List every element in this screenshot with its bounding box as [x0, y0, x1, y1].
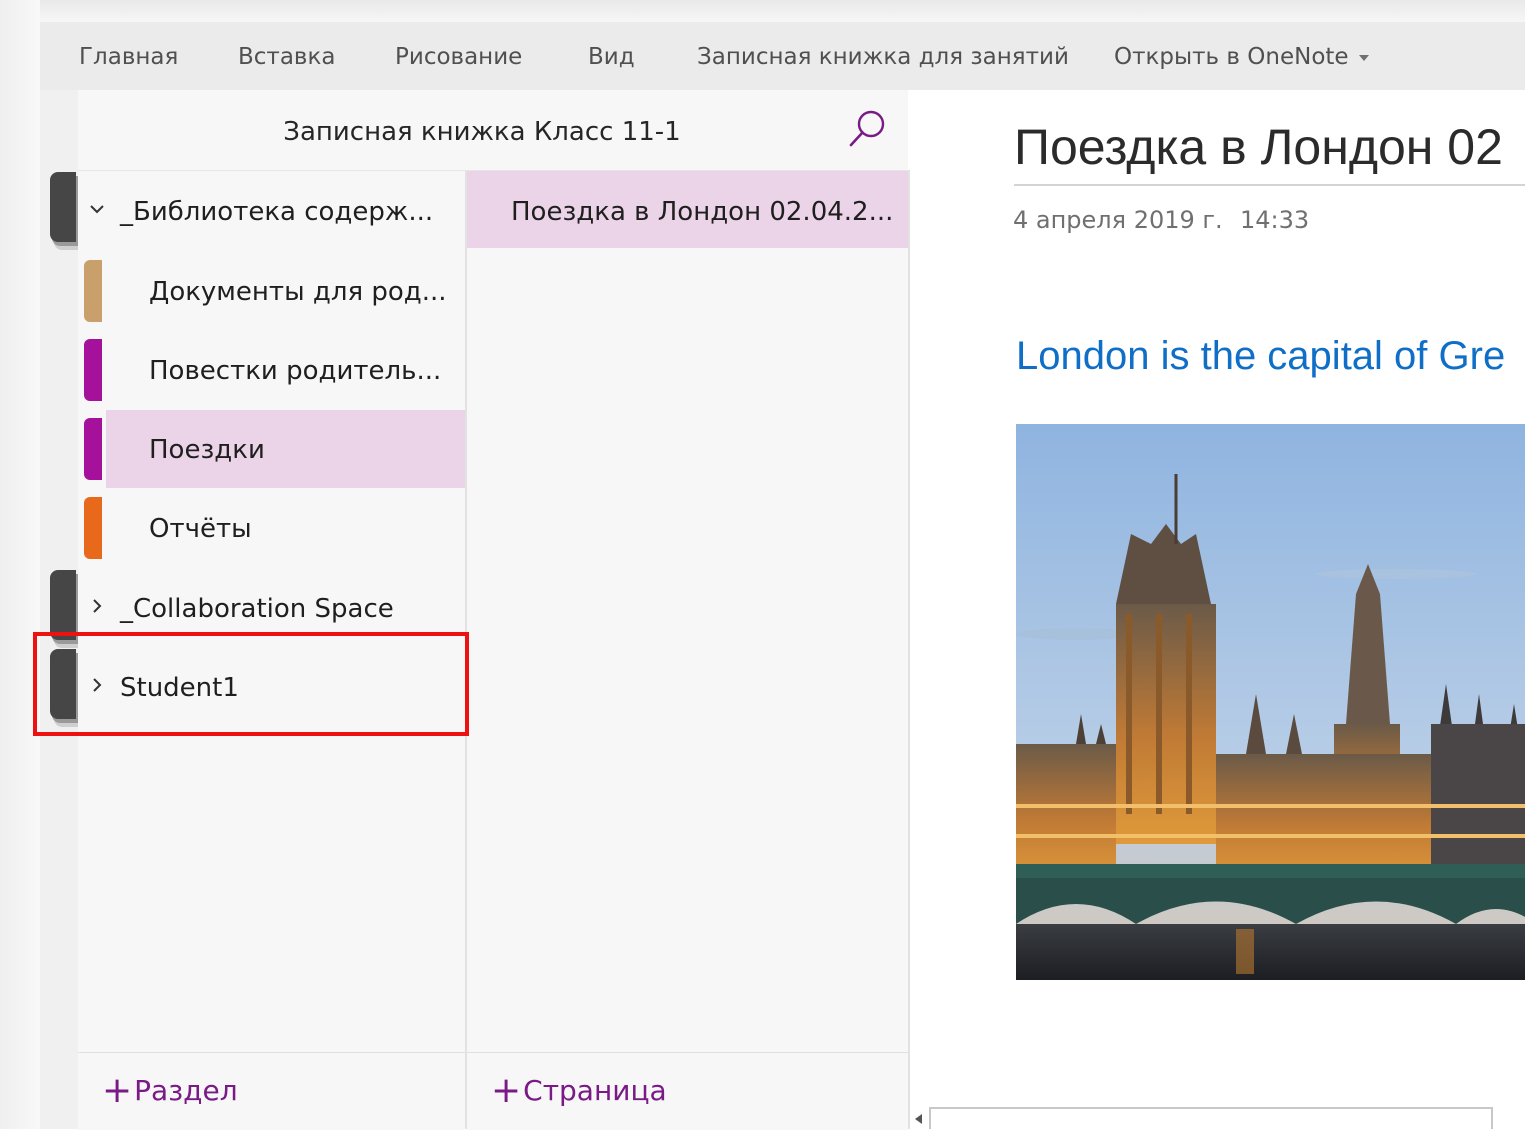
open-in-onenote-label: Открыть в OneNote [1114, 44, 1349, 70]
window-shadow-left [0, 0, 40, 1129]
notebook-header: Записная книжка Класс 11-1 [78, 90, 908, 171]
section-color-tab-icon [84, 497, 102, 559]
section-label: Повестки родитель... [149, 356, 442, 386]
window-shadow-top [0, 0, 1525, 22]
horizontal-scrollbar[interactable] [910, 1100, 1525, 1129]
title-underline [1014, 184, 1525, 186]
pages-pane: Поездка в Лондон 02.04.2... [467, 170, 910, 1129]
add-page-button[interactable]: +Страница [491, 1071, 667, 1111]
student1-highlight-frame [33, 632, 469, 736]
page-date: 4 апреля 2019 г. [1013, 206, 1223, 234]
search-icon[interactable] [848, 108, 888, 148]
pages-footer: +Страница [467, 1052, 908, 1130]
section-color-tab-icon [84, 418, 102, 480]
add-section-label: Раздел [134, 1074, 238, 1107]
tab-class-notebook[interactable]: Записная книжка для занятий [697, 22, 1069, 90]
page-heading[interactable]: London is the capital of Gre [1016, 334, 1505, 379]
tab-home[interactable]: Главная [79, 22, 178, 90]
sections-pane: _Библиотека содерж... Документы для род.… [78, 90, 467, 1129]
section-color-tab-icon [84, 339, 102, 401]
section-color-tab-icon [84, 260, 102, 322]
parliament-photo[interactable] [1016, 424, 1525, 980]
page-title[interactable]: Поездка в Лондон 02 [1014, 118, 1503, 176]
open-in-onenote-button[interactable]: Открыть в OneNote [1114, 22, 1369, 90]
chevron-right-icon [93, 599, 102, 613]
section-item-trips[interactable]: Поездки [78, 410, 465, 488]
add-page-label: Страница [523, 1074, 667, 1107]
chevron-down-icon [90, 205, 104, 214]
section-group-label: _Библиотека содерж... [120, 197, 434, 227]
add-section-button[interactable]: +Раздел [102, 1071, 238, 1111]
page-canvas[interactable]: Поездка в Лондон 02 4 апреля 2019 г. 14:… [910, 90, 1525, 1129]
section-item-documents[interactable]: Документы для род... [78, 252, 465, 330]
section-group-tab-icon [50, 172, 76, 242]
page-item-label: Поездка в Лондон 02.04.2... [511, 197, 894, 227]
section-label: Документы для род... [149, 277, 447, 307]
plus-icon: + [491, 1070, 522, 1111]
plus-icon: + [102, 1070, 133, 1111]
section-group-library[interactable]: _Библиотека содерж... [78, 172, 465, 250]
tab-view[interactable]: Вид [588, 22, 635, 90]
section-item-agendas[interactable]: Повестки родитель... [78, 331, 465, 409]
caret-down-icon [1358, 54, 1369, 61]
page-item[interactable]: Поездка в Лондон 02.04.2... [467, 170, 908, 248]
page-time: 14:33 [1240, 206, 1310, 234]
section-group-tab-icon [50, 570, 76, 640]
section-label: Отчёты [149, 514, 252, 544]
tab-draw[interactable]: Рисование [395, 22, 522, 90]
ribbon-tabs: Главная Вставка Рисование Вид Записная к… [40, 22, 1525, 90]
notebook-title[interactable]: Записная книжка Класс 11-1 [78, 90, 886, 170]
tab-insert[interactable]: Вставка [238, 22, 335, 90]
section-label: Поездки [149, 435, 265, 465]
section-item-reports[interactable]: Отчёты [78, 489, 465, 567]
sections-footer: +Раздел [78, 1052, 465, 1130]
